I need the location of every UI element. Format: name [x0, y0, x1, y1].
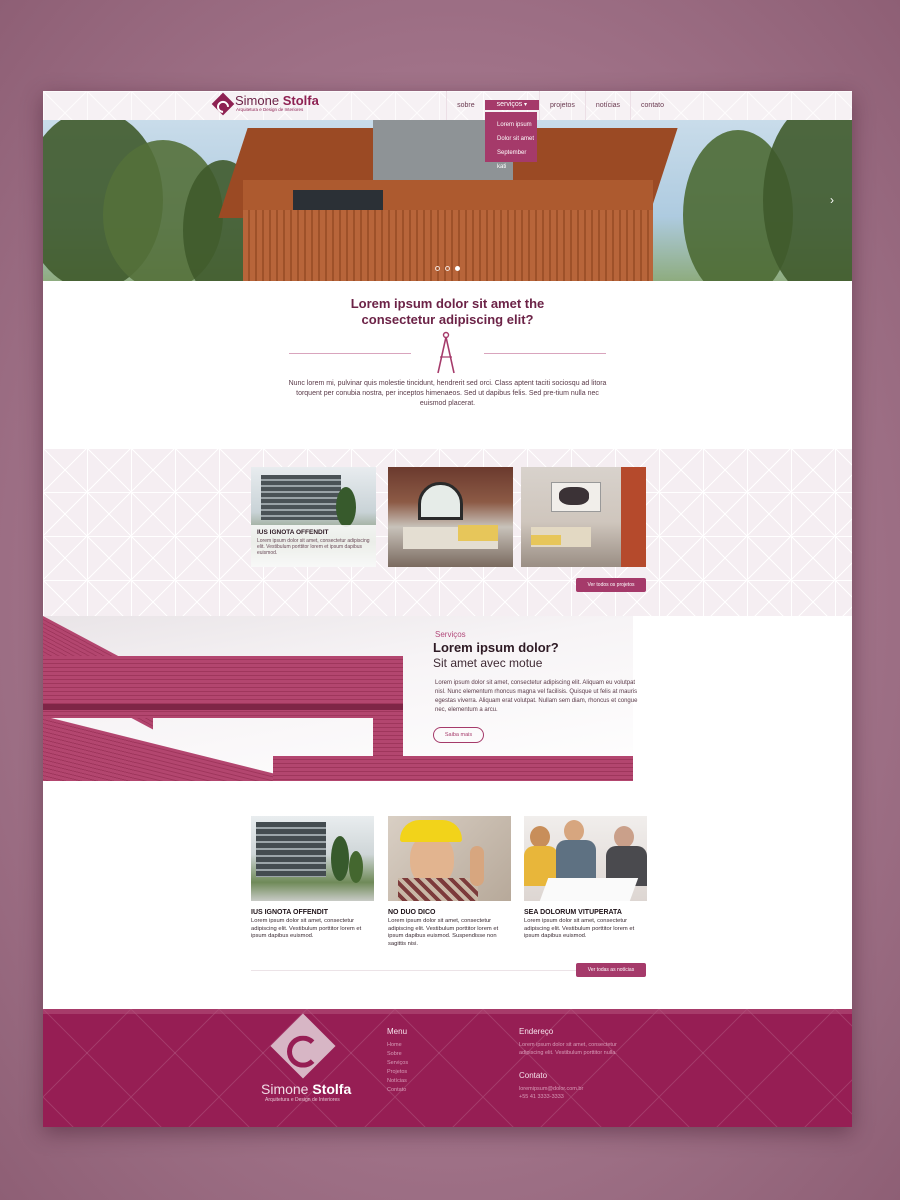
footer-link-noticias[interactable]: Notícias	[387, 1077, 407, 1086]
news-card[interactable]: IUS IGNOTA OFFENDIT Lorem ipsum dolor si…	[251, 816, 374, 941]
main-nav: sobre serviços projetos notícias contato	[446, 91, 674, 120]
footer-menu-title: Menu	[387, 1027, 408, 1036]
footer-link-contato[interactable]: Contato	[387, 1086, 406, 1095]
services-text: Lorem ipsum dolor sit amet, consectetur …	[435, 680, 638, 713]
nav-item-servicos[interactable]: serviços	[484, 100, 539, 110]
divider-right	[484, 353, 606, 354]
services-title: Lorem ipsum dolor?	[433, 640, 559, 655]
project-text: Lorem ipsum dolor sit amet, consectetur …	[257, 538, 370, 556]
dropdown-item[interactable]: Dolor sit amet	[485, 132, 537, 146]
news-image	[388, 816, 511, 901]
logo-icon	[211, 92, 235, 115]
site-footer: Simone Stolfa Arquitetura e Design de In…	[43, 1009, 852, 1127]
footer-link-servicos[interactable]: Serviços	[387, 1059, 408, 1068]
view-all-news-button[interactable]: Ver todas as notícias	[576, 963, 646, 977]
nav-item-sobre[interactable]: sobre	[446, 91, 485, 120]
footer-email[interactable]: loremipsum@dolor.com.br	[519, 1085, 583, 1093]
website-mockup: Simone Stolfa Arquitetura e Design de In…	[43, 91, 852, 1127]
footer-link-home[interactable]: Home	[387, 1041, 402, 1050]
news-image	[524, 816, 647, 901]
news-divider	[251, 970, 611, 971]
site-logo[interactable]: Simone Stolfa Arquitetura e Design de In…	[211, 92, 319, 115]
news-card[interactable]: SEA DOLORUM VITUPERATA Lorem ipsum dolor…	[524, 816, 647, 941]
dropdown-item[interactable]: Lorem ipsum	[485, 118, 537, 132]
news-image	[251, 816, 374, 901]
nav-item-projetos[interactable]: projetos	[539, 91, 585, 120]
hero-slider: ›	[43, 120, 852, 281]
footer-logo-tagline: Arquitetura e Design de Interiores	[265, 1097, 340, 1103]
news-card[interactable]: NO DUO DICO Lorem ipsum dolor sit amet, …	[388, 816, 511, 948]
intro-title: Lorem ipsum dolor sit amet the consectet…	[350, 296, 545, 327]
logo-name-first: Simone	[235, 93, 280, 108]
learn-more-button[interactable]: Saiba mais	[433, 727, 484, 743]
intro-text: Nunc lorem mi, pulvinar quis molestie ti…	[288, 380, 607, 407]
project-title: IUS IGNOTA OFFENDIT	[257, 529, 329, 536]
news-text: Lorem ipsum dolor sit amet, consectetur …	[524, 918, 635, 939]
projects-section: IUS IGNOTA OFFENDIT Lorem ipsum dolor si…	[43, 448, 852, 616]
services-kicker: Serviços	[435, 630, 466, 639]
news-text: Lorem ipsum dolor sit amet, consectetur …	[388, 918, 499, 947]
servicos-dropdown: Lorem ipsum Dolor sit amet September kat…	[485, 112, 537, 170]
slider-dot[interactable]	[435, 266, 440, 271]
view-all-projects-button[interactable]: Ver todos os projetos	[576, 578, 646, 592]
site-header: Simone Stolfa Arquitetura e Design de In…	[43, 91, 852, 120]
dropdown-item[interactable]: September kati	[485, 146, 537, 174]
news-text: Lorem ipsum dolor sit amet, consectetur …	[251, 918, 362, 939]
footer-link-projetos[interactable]: Projetos	[387, 1068, 407, 1077]
footer-logo-name[interactable]: Simone Stolfa	[261, 1081, 351, 1097]
slider-dot[interactable]	[455, 266, 460, 271]
project-card[interactable]	[521, 467, 646, 567]
news-title: NO DUO DICO	[388, 909, 436, 916]
footer-phone: +55 41 3333-3333	[519, 1094, 564, 1100]
project-card-caption: IUS IGNOTA OFFENDIT Lorem ipsum dolor si…	[251, 525, 376, 567]
slider-dots	[435, 266, 460, 271]
divider-left	[289, 353, 411, 354]
project-card[interactable]	[388, 467, 513, 567]
services-subtitle: Sit amet avec motue	[433, 656, 543, 670]
footer-link-sobre[interactable]: Sobre	[387, 1050, 402, 1059]
logo-name-last: Stolfa	[282, 93, 319, 108]
footer-address-title: Endereço	[519, 1027, 554, 1036]
news-title: IUS IGNOTA OFFENDIT	[251, 909, 328, 916]
footer-address-text: Lorem ipsum dolor sit amet, consectetur …	[519, 1042, 617, 1056]
news-title: SEA DOLORUM VITUPERATA	[524, 909, 622, 916]
nav-item-contato[interactable]: contato	[630, 91, 674, 120]
slider-dot[interactable]	[445, 266, 450, 271]
project-card[interactable]: IUS IGNOTA OFFENDIT Lorem ipsum dolor si…	[251, 467, 376, 567]
nav-item-noticias[interactable]: notícias	[584, 91, 630, 120]
compass-icon	[437, 331, 455, 374]
footer-contact-title: Contato	[519, 1071, 548, 1080]
chevron-right-icon[interactable]: ›	[830, 193, 842, 207]
